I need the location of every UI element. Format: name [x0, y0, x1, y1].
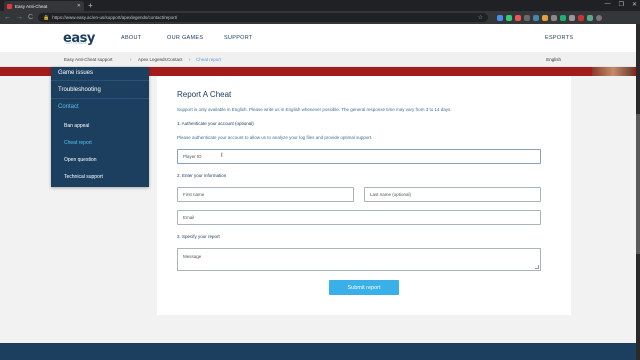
breadcrumb-item[interactable]: Apex Legends — [138, 57, 167, 62]
site-header: easy ANTI-CHEAT ABOUT OUR GAMES SUPPORT … — [0, 24, 640, 52]
breadcrumb-current: Cheat report — [196, 57, 222, 62]
divider — [51, 80, 149, 81]
sidebar-item-contact[interactable]: Contact — [58, 104, 79, 110]
last-name-field[interactable]: Last name (optional) — [364, 187, 541, 202]
profile-avatar[interactable] — [596, 14, 603, 21]
browser-tab[interactable]: Easy Anti-Cheat ✕ — [4, 1, 84, 11]
favicon-icon — [7, 3, 12, 9]
page-title: Report A Cheat — [177, 90, 232, 99]
language-notice: Support is only available in English. Pl… — [177, 107, 452, 112]
hero-image — [592, 67, 634, 76]
sidebar-subitem-ban-appeal[interactable]: Ban appeal — [64, 123, 89, 129]
lock-icon: 🔒 — [43, 14, 50, 21]
nav-esports[interactable]: ESPORTS — [545, 35, 573, 41]
report-form-card: Report A Cheat Support is only available… — [157, 76, 571, 315]
page-scrollbar[interactable] — [636, 24, 640, 360]
submit-report-button[interactable]: Submit report — [329, 280, 399, 295]
close-tab-icon[interactable]: ✕ — [77, 3, 81, 9]
extension-icon[interactable] — [533, 14, 540, 21]
sidebar-item-troubleshooting[interactable]: Troubleshooting — [58, 87, 101, 93]
nav-about[interactable]: ABOUT — [121, 35, 141, 41]
nav-our-games[interactable]: OUR GAMES — [167, 35, 203, 41]
message-placeholder: Message — [183, 254, 202, 259]
new-tab-button[interactable]: + — [88, 1, 93, 10]
extension-icon[interactable] — [569, 14, 576, 21]
forward-button[interactable]: → — [16, 14, 23, 21]
scrollbar-thumb[interactable] — [636, 114, 640, 254]
sidebar-subitem-cheat-report[interactable]: Cheat report — [64, 140, 92, 146]
close-window-button[interactable]: ✕ — [632, 1, 637, 8]
site-footer — [0, 343, 640, 360]
address-bar[interactable]: 🔒 https://www.easy.ac/en-us/support/apex… — [38, 13, 489, 22]
sidebar-item-game-issues[interactable]: Game issues — [58, 70, 93, 76]
tab-strip: Easy Anti-Cheat ✕ + — ❐ ✕ — [0, 0, 640, 11]
extension-icon[interactable] — [515, 14, 522, 21]
mouse-cursor: I — [221, 153, 223, 159]
breadcrumb-separator: › — [130, 57, 132, 62]
extension-icon[interactable] — [506, 14, 513, 21]
extension-icon[interactable] — [560, 14, 567, 21]
extension-icon[interactable] — [578, 14, 585, 21]
sidebar-subitem-open-question[interactable]: Open question — [64, 157, 97, 163]
first-name-field[interactable]: First name — [177, 187, 354, 202]
step-2-heading: 2. Enter your information — [177, 173, 227, 178]
authenticate-info: Please authenticate your account to allo… — [177, 135, 373, 140]
logo-subtitle: ANTI-CHEAT — [66, 42, 87, 45]
url-text: https://www.easy.ac/en-us/support/apexle… — [52, 15, 178, 20]
resize-handle-icon[interactable] — [535, 265, 539, 269]
extension-icon[interactable] — [497, 14, 504, 21]
maximize-button[interactable]: ❐ — [619, 1, 624, 8]
extension-icon[interactable] — [542, 14, 549, 21]
extension-icon[interactable] — [524, 14, 531, 21]
sidebar: Game issues Troubleshooting Contact Ban … — [51, 67, 149, 187]
divider — [51, 98, 149, 99]
extension-icon[interactable] — [587, 14, 594, 21]
browser-toolbar: ← → C 🔒 https://www.easy.ac/en-us/suppor… — [0, 11, 640, 24]
bookmark-star-icon[interactable]: ☆ — [478, 14, 483, 21]
minimize-button[interactable]: — — [605, 1, 611, 8]
breadcrumb-item[interactable]: Easy Anti-Cheat support — [64, 57, 113, 62]
nav-support[interactable]: SUPPORT — [224, 35, 253, 41]
breadcrumb: Easy Anti-Cheat support › Apex Legends ›… — [0, 52, 640, 67]
back-button[interactable]: ← — [4, 14, 11, 21]
site-logo[interactable]: easy ANTI-CHEAT — [63, 29, 97, 47]
breadcrumb-separator: › — [189, 57, 191, 62]
reload-button[interactable]: C — [28, 14, 33, 21]
email-field[interactable]: Email — [177, 210, 541, 225]
window-controls: — ❐ ✕ — [605, 1, 637, 8]
player-id-field[interactable]: Player ID — [177, 149, 541, 164]
message-field[interactable]: Message — [177, 248, 541, 271]
step-3-heading: 3. Specify your report — [177, 234, 220, 239]
step-1-heading: 1. Authenticate your account (optional) — [177, 121, 254, 126]
extensions-row — [497, 14, 603, 21]
sidebar-subitem-technical-support[interactable]: Technical support — [64, 174, 103, 180]
extension-icon[interactable] — [551, 14, 558, 21]
browser-chrome: Easy Anti-Cheat ✕ + — ❐ ✕ ← → C 🔒 https:… — [0, 0, 640, 24]
breadcrumb-item[interactable]: Contact — [167, 57, 183, 62]
breadcrumb-separator: › — [160, 57, 162, 62]
language-selector[interactable]: English — [546, 57, 561, 62]
tab-title: Easy Anti-Cheat — [15, 3, 48, 9]
